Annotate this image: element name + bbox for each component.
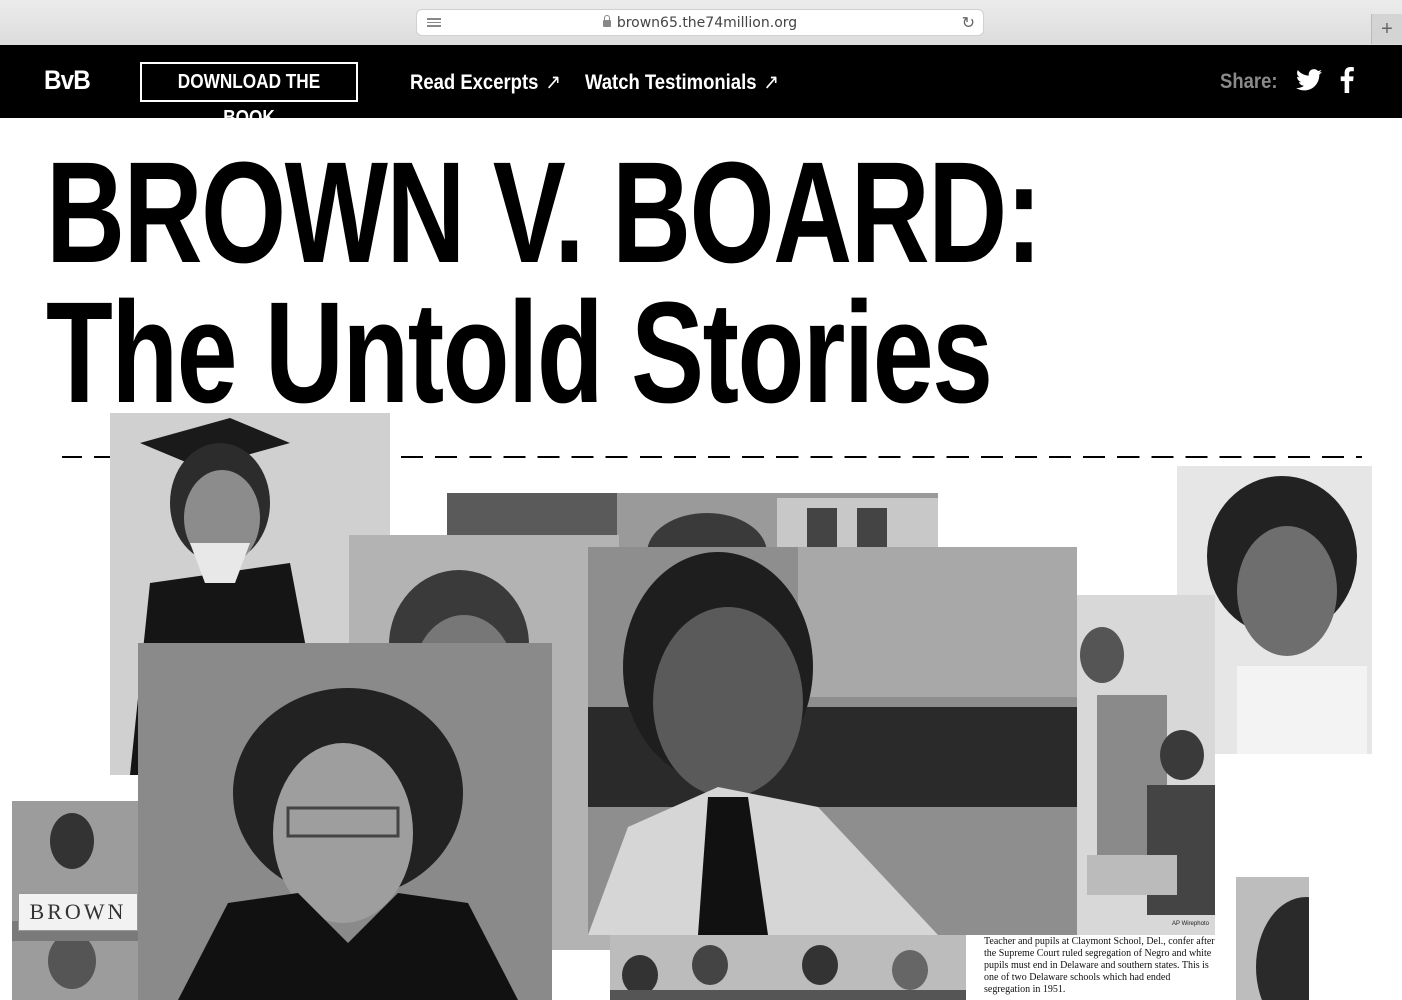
watch-testimonials-link[interactable]: Watch Testimonials ↗ xyxy=(585,70,779,95)
site-logo[interactable]: BvB xyxy=(44,65,91,96)
browser-toolbar: brown65.the74million.org ↻ + xyxy=(0,0,1402,46)
read-excerpts-link[interactable]: Read Excerpts ↗ xyxy=(410,70,561,95)
lock-icon xyxy=(602,15,611,27)
url-value: brown65.the74million.org xyxy=(616,15,798,31)
photo-portrait-partial xyxy=(1236,877,1309,1000)
newspaper-caption: Teacher and pupils at Claymont School, D… xyxy=(984,936,1215,995)
external-arrow-icon: ↗ xyxy=(545,71,561,94)
photo-newspaper-teacher xyxy=(1077,595,1215,935)
brown-sign: BROWN xyxy=(18,893,138,931)
download-book-button[interactable]: DOWNLOAD THE BOOK xyxy=(140,62,358,129)
facebook-icon[interactable] xyxy=(1340,67,1354,93)
new-tab-button[interactable]: + xyxy=(1371,14,1402,44)
twitter-icon[interactable] xyxy=(1296,69,1322,91)
watch-testimonials-label: Watch Testimonials xyxy=(585,71,757,94)
page-title: BROWN V. BOARD: The Untold Stories xyxy=(46,132,1042,433)
site-nav: BvB DOWNLOAD THE BOOK Read Excerpts ↗ Wat… xyxy=(0,45,1402,129)
reload-icon[interactable]: ↻ xyxy=(962,13,975,33)
share-label: Share: xyxy=(1220,70,1278,93)
address-bar[interactable]: brown65.the74million.org ↻ xyxy=(416,9,984,36)
url-text: brown65.the74million.org xyxy=(417,15,983,31)
title-line-1: BROWN V. BOARD: xyxy=(46,132,1042,293)
photo-elderly-woman-portrait xyxy=(138,643,552,1000)
title-line-2: The Untold Stories xyxy=(46,272,993,433)
photo-credit: AP Wirephoto xyxy=(1172,921,1209,927)
photo-meeting-group xyxy=(610,935,966,1000)
read-excerpts-label: Read Excerpts xyxy=(410,71,539,94)
photo-clergyman-portrait xyxy=(588,547,1077,935)
download-book-label: DOWNLOAD THE BOOK xyxy=(177,71,321,129)
external-arrow-icon: ↗ xyxy=(763,71,780,94)
